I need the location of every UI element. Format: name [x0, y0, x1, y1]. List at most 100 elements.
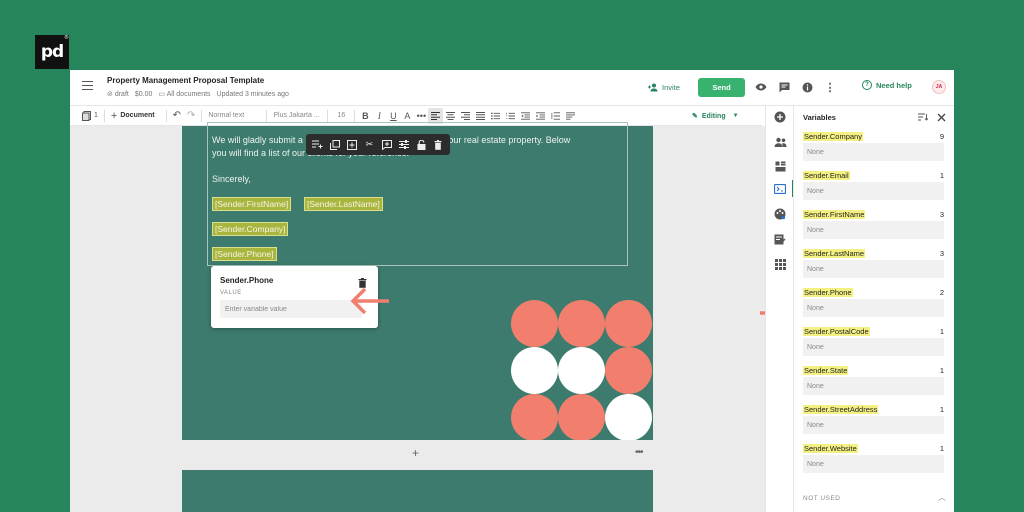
variable-name: Sender.Company: [803, 132, 863, 141]
variable-count: 1: [939, 405, 944, 414]
add-person-icon: [648, 83, 658, 92]
variable-value-field[interactable]: None: [803, 455, 944, 473]
variable-count: 2: [939, 288, 944, 297]
circle: [558, 300, 605, 347]
popup-variable-name: Sender.Phone: [220, 276, 274, 285]
circle: [558, 394, 605, 440]
document-title[interactable]: Property Management Proposal Template: [107, 76, 264, 85]
panel-title: Variables: [803, 113, 836, 122]
variable-name: Sender.PostalCode: [803, 327, 870, 336]
sort-icon[interactable]: [918, 112, 928, 122]
variables-panel: Variables Sender.Company 9 None Sender.Emai…: [793, 106, 954, 512]
document-price: $0.00: [134, 90, 153, 98]
circle: [511, 394, 558, 440]
circle: [558, 347, 605, 394]
circle: [605, 300, 652, 347]
variable-value-field[interactable]: None: [803, 338, 944, 356]
circle: [605, 347, 652, 394]
contacts-icon[interactable]: [773, 135, 787, 149]
need-help-link[interactable]: ? Need help: [862, 80, 912, 90]
variable-name: Sender.LastName: [803, 249, 866, 258]
tag-icon: ⊘: [107, 91, 113, 98]
divider: [354, 109, 356, 122]
side-rail: [765, 106, 794, 512]
copy-icon[interactable]: [328, 138, 342, 152]
document-meta: ⊘ draft $0.00 ▭ All documents Updated 3 …: [107, 90, 289, 99]
decorative-circles: [511, 300, 658, 440]
settings-icon[interactable]: [397, 138, 411, 152]
variables-icon[interactable]: [773, 182, 787, 196]
eye-icon[interactable]: [754, 80, 768, 94]
variable-count: 1: [939, 366, 944, 375]
top-bar: Property Management Proposal Template ⊘ …: [70, 70, 954, 106]
invite-button[interactable]: Invite: [638, 78, 690, 97]
add-page-button[interactable]: +: [412, 446, 419, 460]
send-button[interactable]: Send: [698, 78, 745, 97]
info-icon[interactable]: [800, 80, 814, 94]
variable-value-field[interactable]: None: [803, 416, 944, 434]
insert-icon[interactable]: [311, 138, 325, 152]
redo-icon[interactable]: ↷: [184, 108, 198, 124]
variable-tag-firstname[interactable]: [Sender.FirstName]: [212, 197, 292, 211]
variable-name: Sender.StreetAddress: [803, 405, 879, 414]
block-floating-toolbar: ✂: [306, 134, 450, 155]
menu-icon[interactable]: [82, 81, 93, 90]
add-field-icon[interactable]: [380, 138, 394, 152]
pages-icon: [82, 110, 91, 121]
duplicate-icon[interactable]: [345, 138, 359, 152]
close-icon[interactable]: [936, 112, 946, 122]
variable-tag-company[interactable]: [Sender.Company]: [212, 222, 289, 236]
signoff-text[interactable]: Sincerely,: [212, 174, 251, 184]
more-vertical-icon[interactable]: ⋮: [823, 80, 837, 94]
variable-tag-phone[interactable]: [Sender.Phone]: [212, 247, 277, 261]
pencil-icon: ✎: [692, 113, 698, 120]
divider: [327, 109, 329, 122]
not-used-section[interactable]: NOT USED: [803, 495, 840, 502]
palette-icon[interactable]: [773, 207, 787, 221]
variable-name: Sender.Phone: [803, 288, 853, 297]
status-draft: ⊘ draft: [107, 91, 129, 98]
variable-value-input[interactable]: [220, 300, 362, 318]
pages-button[interactable]: 1: [79, 108, 101, 124]
add-circle-icon[interactable]: [773, 110, 787, 124]
pandadoc-logo: pd ®: [35, 35, 69, 69]
lock-icon[interactable]: [414, 138, 428, 152]
variable-count: 3: [939, 210, 944, 219]
comment-icon[interactable]: [777, 80, 791, 94]
circle: [605, 394, 652, 440]
page-more-icon[interactable]: •••: [635, 447, 643, 458]
variable-value-field[interactable]: None: [803, 260, 944, 278]
trash-icon[interactable]: [431, 138, 445, 152]
divider: [266, 109, 268, 122]
cut-icon[interactable]: ✂: [362, 138, 376, 152]
document-page-2: [182, 470, 653, 512]
variable-value-field[interactable]: None: [803, 182, 944, 200]
variable-name: Sender.FirstName: [803, 210, 866, 219]
variable-value-field[interactable]: None: [803, 377, 944, 395]
popup-value-label: VALUE: [220, 290, 242, 296]
avatar[interactable]: JA: [932, 80, 946, 94]
variable-name: Sender.Website: [803, 444, 858, 453]
editor-window: Property Management Proposal Template ⊘ …: [70, 70, 954, 512]
pricing-icon[interactable]: [773, 232, 787, 246]
variable-value-field[interactable]: None: [803, 221, 944, 239]
variable-count: 9: [939, 132, 944, 141]
circle: [511, 347, 558, 394]
trash-icon[interactable]: [358, 275, 367, 288]
variable-value-field[interactable]: None: [803, 143, 944, 161]
variable-name: Sender.State: [803, 366, 849, 375]
blocks-icon[interactable]: [773, 159, 787, 173]
help-icon: ?: [862, 80, 872, 90]
folder-icon: ▭: [158, 91, 165, 98]
folder-link[interactable]: ▭ All documents: [158, 90, 210, 98]
mode-dropdown[interactable]: ✎ Editing ▼: [686, 106, 752, 126]
divider: [103, 109, 105, 122]
apps-icon[interactable]: [773, 257, 787, 271]
undo-icon[interactable]: ↶: [170, 108, 184, 124]
document-canvas[interactable]: We will gladly submit a ent of your real …: [70, 122, 799, 512]
variable-tag-lastname[interactable]: [Sender.LastName]: [304, 197, 383, 211]
variable-value-field[interactable]: None: [803, 299, 944, 317]
chevron-up-icon[interactable]: ︿: [938, 492, 946, 503]
add-document-button[interactable]: + Document: [108, 108, 158, 124]
variable-count: 3: [939, 249, 944, 258]
